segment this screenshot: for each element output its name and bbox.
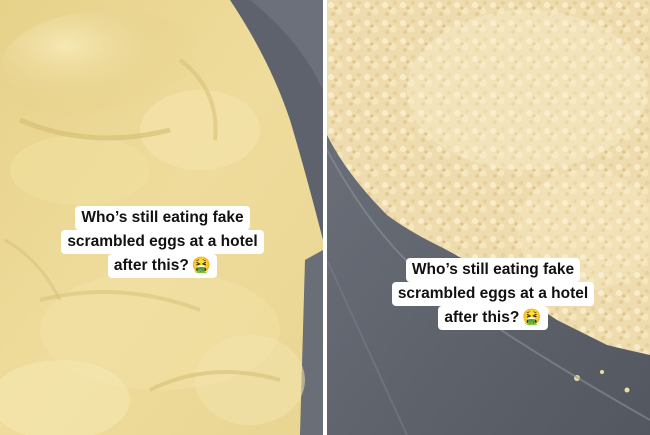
caption-line-3-text: after this? (113, 257, 189, 274)
caption-line-1: Who’s still eating fake (405, 258, 581, 282)
scrambled-eggs-photo-right (327, 0, 650, 435)
caption-right: Who’s still eating fake scrambled eggs a… (374, 258, 612, 330)
left-photo-panel: Who’s still eating fake scrambled eggs a… (0, 0, 323, 435)
vomiting-face-emoji-icon: 🤮 (191, 257, 212, 274)
caption-line-3: after this? 🤮 (107, 254, 218, 278)
caption-line-3: after this? 🤮 (438, 306, 548, 330)
right-photo-panel: Who’s still eating fake scrambled eggs a… (327, 0, 650, 435)
caption-line-2: scrambled eggs at a hotel (391, 282, 595, 306)
vomiting-face-emoji-icon: 🤮 (522, 309, 542, 326)
caption-line-1: Who’s still eating fake (75, 206, 250, 230)
caption-left: Who’s still eating fake scrambled eggs a… (40, 206, 285, 278)
caption-line-3-text: after this? (444, 309, 520, 326)
caption-line-2: scrambled eggs at a hotel (61, 230, 264, 254)
